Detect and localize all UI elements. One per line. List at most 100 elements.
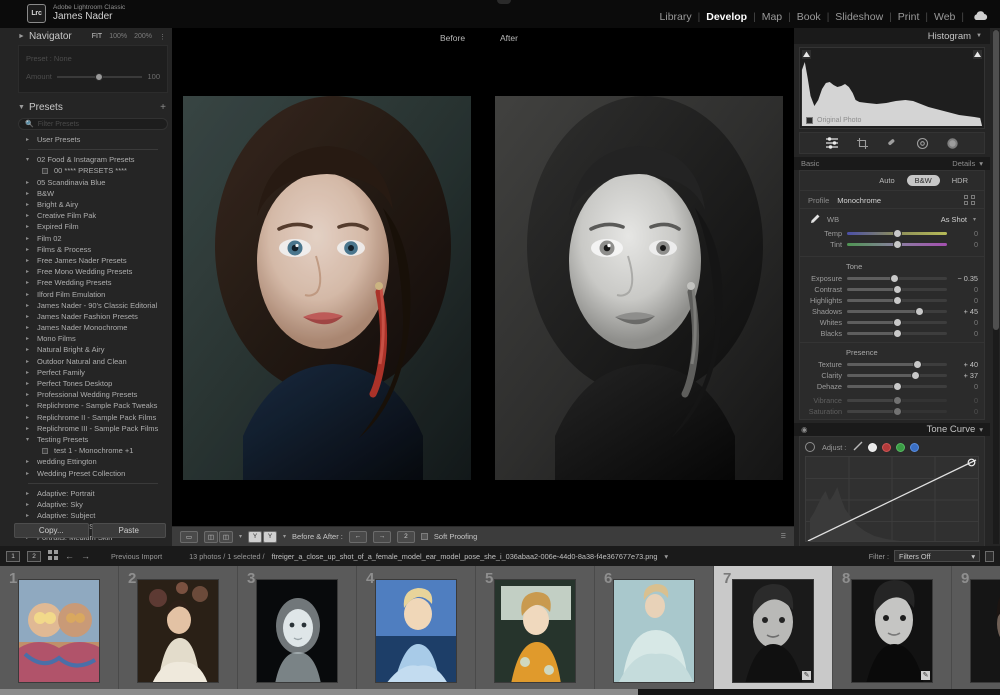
adjustment-sliders-icon[interactable] — [825, 136, 839, 150]
preset-group[interactable]: ▸Perfect Tones Desktop — [16, 378, 170, 389]
page-button-1[interactable]: 1 — [6, 551, 20, 562]
slider-value[interactable]: 0 — [952, 396, 978, 405]
slider-value[interactable]: + 37 — [952, 371, 978, 380]
chevron-right-icon[interactable]: ▸ — [26, 458, 31, 465]
slider-shadows[interactable]: Shadows+ 45 — [800, 306, 984, 317]
chevron-right-icon[interactable]: ▸ — [26, 302, 31, 309]
before-photo[interactable] — [183, 96, 471, 480]
slider-track[interactable] — [847, 385, 947, 388]
amount-slider-knob[interactable] — [95, 73, 103, 81]
chevron-right-icon[interactable]: ▸ — [26, 257, 31, 264]
slider-track[interactable] — [847, 321, 947, 324]
hdr-button[interactable]: HDR — [944, 175, 976, 186]
tone-curve-graph[interactable] — [805, 456, 979, 542]
chevron-right-icon[interactable]: ▸ — [26, 490, 31, 497]
after-pane[interactable] — [484, 50, 794, 526]
chevron-right-icon[interactable]: ▸ — [26, 246, 31, 253]
preset-group[interactable]: ▸Mono Films — [16, 333, 170, 344]
zoom-100[interactable]: 100% — [109, 33, 127, 40]
chevron-right-icon[interactable]: ▸ — [26, 358, 31, 365]
module-develop[interactable]: Develop — [700, 11, 753, 23]
preset-swatch-icon[interactable] — [42, 168, 48, 174]
red-channel-dot[interactable] — [882, 443, 891, 452]
preset-group[interactable]: ▸Replichrome - Sample Pack Tweaks — [16, 400, 170, 411]
slider-knob[interactable] — [893, 407, 902, 416]
current-filename[interactable]: ftreiger_a_close_up_shot_of_a_female_mod… — [272, 552, 658, 561]
slider-knob[interactable] — [893, 329, 902, 338]
grid-view-icon[interactable] — [48, 550, 58, 562]
copy-after-to-before-button[interactable]: → — [373, 531, 391, 543]
slider-knob[interactable] — [893, 382, 902, 391]
slider-track[interactable] — [847, 243, 947, 246]
blue-channel-dot[interactable] — [910, 443, 919, 452]
preset-group[interactable]: ▸Replichrome III - Sample Pack Films — [16, 423, 170, 434]
basic-section-details[interactable]: Details — [952, 159, 975, 168]
preset-item[interactable]: 00 **** PRESETS **** — [16, 165, 170, 176]
slider-value[interactable]: − 0.35 — [952, 274, 978, 283]
preset-group[interactable]: ▸Outdoor Natural and Clean — [16, 356, 170, 367]
filter-select[interactable]: Filters Off ▾ — [894, 550, 980, 562]
profile-browser-icon[interactable] — [964, 195, 976, 205]
preset-search-input[interactable]: 🔍 Filter Presets — [18, 118, 168, 130]
slider-texture[interactable]: Texture+ 40 — [800, 359, 984, 370]
identity-plate[interactable]: Lrc Adobe Lightroom Classic James Nader — [27, 4, 125, 23]
preset-group[interactable]: ▸B&W — [16, 188, 170, 199]
preset-group[interactable]: ▸James Nader - 90's Classic Editorial — [16, 300, 170, 311]
slider-knob[interactable] — [913, 360, 922, 369]
paste-button[interactable]: Paste — [92, 523, 167, 538]
thumbnail-image[interactable] — [137, 579, 219, 683]
chevron-down-icon[interactable]: ▾ — [979, 159, 983, 168]
thumbnail-image[interactable]: ✎ — [851, 579, 933, 683]
slider-track[interactable] — [847, 363, 947, 366]
chevron-right-icon[interactable]: ▸ — [26, 268, 31, 275]
point-curve-icon[interactable] — [853, 441, 863, 453]
toolbar-options-icon[interactable]: ☰ — [781, 533, 786, 540]
preset-group[interactable]: ▸Film 02 — [16, 233, 170, 244]
preset-group[interactable]: ▸Creative Film Pak — [16, 210, 170, 221]
chevron-right-icon[interactable]: ▸ — [26, 346, 31, 353]
slider-track[interactable] — [847, 310, 947, 313]
slider-track[interactable] — [847, 232, 947, 235]
slider-knob[interactable] — [893, 229, 902, 238]
slider-knob[interactable] — [915, 307, 924, 316]
slider-whites[interactable]: Whites0 — [800, 317, 984, 328]
chevron-right-icon[interactable]: ▸ — [26, 369, 31, 376]
chevron-right-icon[interactable]: ▸ — [26, 470, 31, 477]
slider-knob[interactable] — [893, 396, 902, 405]
amount-slider[interactable] — [57, 76, 142, 78]
thumbnail-image[interactable] — [375, 579, 457, 683]
filmstrip-thumbnail[interactable]: 4 — [357, 566, 476, 695]
slider-value[interactable]: 0 — [952, 329, 978, 338]
copy-button[interactable]: Copy... — [14, 523, 89, 538]
red-eye-icon[interactable] — [915, 136, 929, 150]
slider-knob[interactable] — [893, 240, 902, 249]
module-book[interactable]: Book — [791, 11, 827, 23]
preset-group[interactable]: ▸James Nader Fashion Presets — [16, 311, 170, 322]
chevron-right-icon[interactable]: ▸ — [26, 136, 31, 143]
navigator-preview[interactable]: Preset : None Amount 100 — [18, 45, 168, 93]
chevron-right-icon[interactable]: ▸ — [26, 414, 31, 421]
slider-value[interactable]: 0 — [952, 240, 978, 249]
preset-item[interactable]: test 1 - Monochrome +1 — [16, 445, 170, 456]
chevron-right-icon[interactable]: ▸ — [26, 391, 31, 398]
module-library[interactable]: Library — [654, 11, 698, 23]
zoom-200[interactable]: 200% — [134, 33, 152, 40]
thumbnail-image[interactable] — [613, 579, 695, 683]
chevron-right-icon[interactable]: ▸ — [26, 291, 31, 298]
slider-knob[interactable] — [893, 296, 902, 305]
module-print[interactable]: Print — [892, 11, 926, 23]
slider-value[interactable]: 0 — [952, 285, 978, 294]
preset-group[interactable]: ▸Adaptive: Sky — [16, 499, 170, 510]
crop-icon[interactable] — [855, 136, 869, 150]
slider-value[interactable]: + 45 — [952, 307, 978, 316]
chevron-right-icon[interactable]: ▸ — [26, 425, 31, 432]
histogram-header[interactable]: Histogram ▼ — [794, 28, 990, 44]
after-photo[interactable] — [495, 96, 783, 480]
chevron-down-icon[interactable]: ▾ — [26, 436, 31, 443]
add-preset-icon[interactable]: + — [160, 102, 166, 113]
module-web[interactable]: Web — [928, 11, 961, 23]
chevron-right-icon[interactable]: ▸ — [26, 335, 31, 342]
preset-group[interactable]: ▸Adaptive: Portrait — [16, 488, 170, 499]
source-label[interactable]: Previous Import — [111, 552, 162, 561]
bw-button[interactable]: B&W — [907, 175, 940, 186]
